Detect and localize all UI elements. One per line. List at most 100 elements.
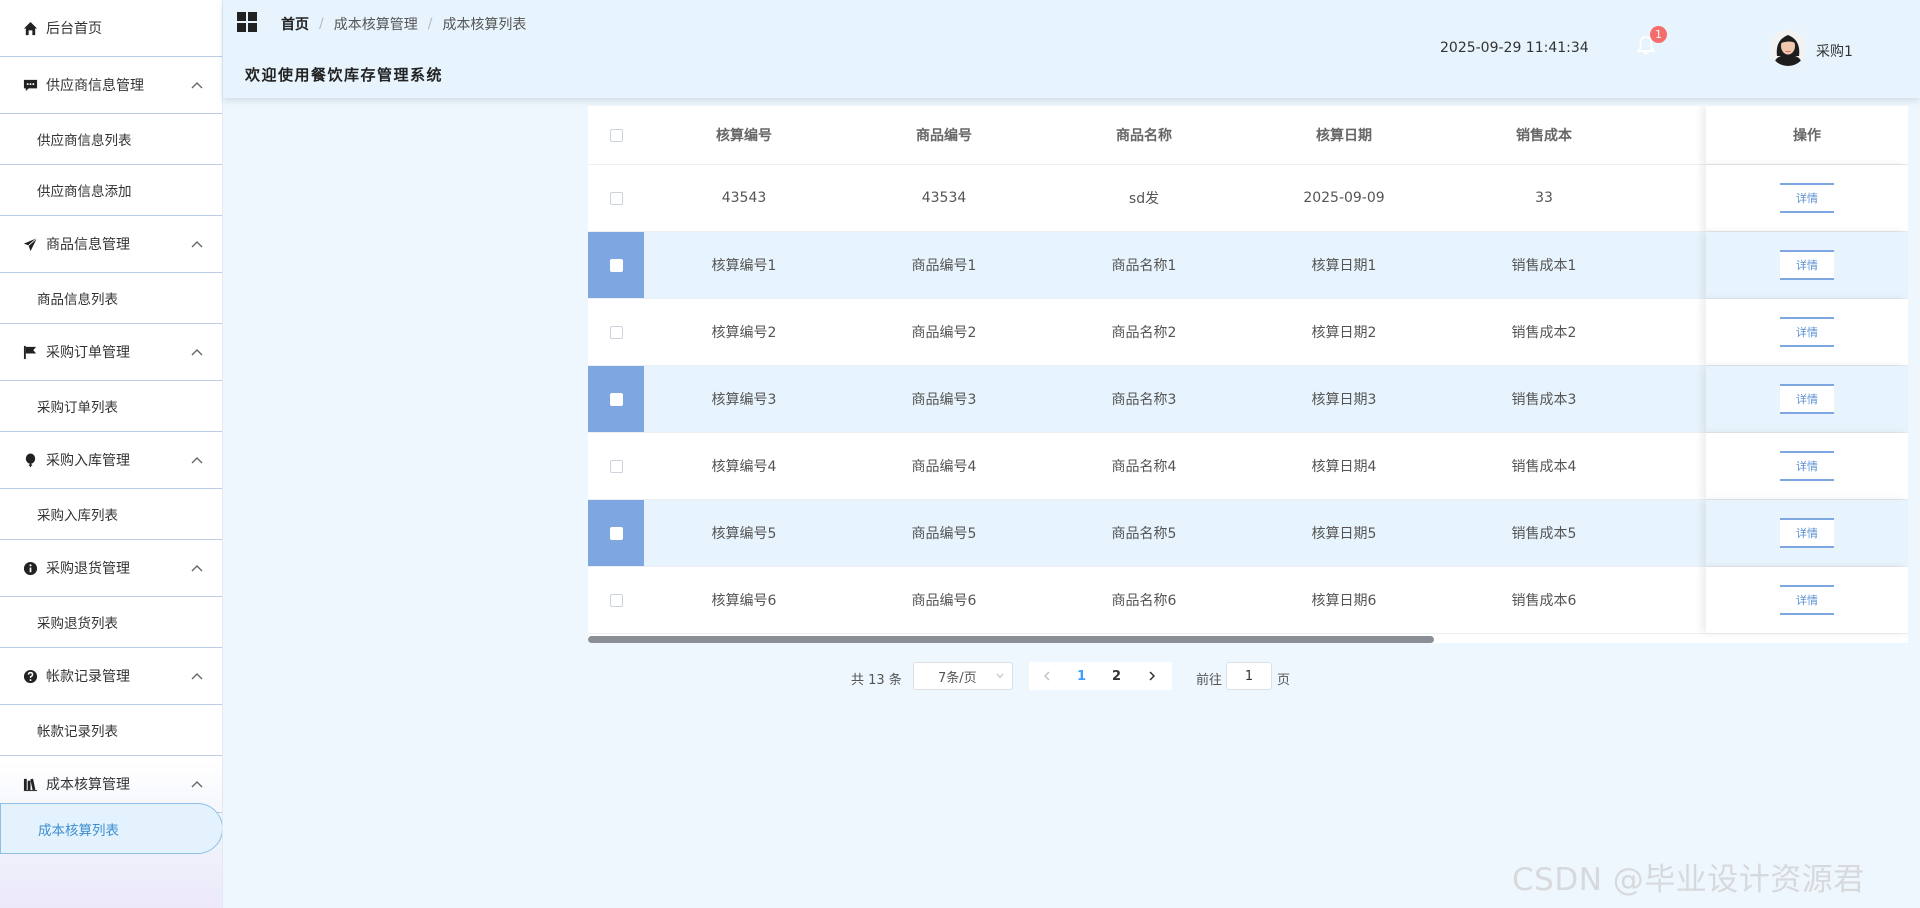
avatar[interactable] <box>1770 30 1806 66</box>
sidebar-group-label: 采购退货管理 <box>46 561 130 577</box>
column-header: 核算日期 <box>1316 128 1372 144</box>
sidebar-group-label: 成本核算管理 <box>46 777 130 793</box>
table-cell: 43543 <box>721 190 767 206</box>
table-cell: 商品名称4 <box>1111 459 1177 475</box>
sidebar-group-label: 供应商信息管理 <box>46 78 144 94</box>
chevron-left-icon <box>1043 671 1050 681</box>
detail-button[interactable]: 详情 <box>1780 317 1834 347</box>
goto-label: 前往 <box>1196 673 1223 688</box>
sidebar-group-label: 商品信息管理 <box>46 237 130 253</box>
detail-button[interactable]: 详情 <box>1780 451 1834 481</box>
detail-button[interactable]: 详情 <box>1780 384 1834 414</box>
table-cell: 商品编号3 <box>911 392 977 408</box>
table-cell: 商品名称6 <box>1111 593 1177 609</box>
select-all-checkbox[interactable] <box>609 128 623 142</box>
sidebar-item-cost-list[interactable]: 成本核算列表 <box>0 803 222 854</box>
watermark: CSDN @毕业设计资源君 <box>1512 862 1865 898</box>
table-row: 核算编号1 商品编号1 商品名称1 核算日期1 销售成本1 详情 <box>588 232 1908 299</box>
select-all-cell <box>588 106 644 164</box>
table-cell: 商品名称2 <box>1111 325 1177 341</box>
sidebar-group-purchase-order[interactable]: 采购订单管理 <box>0 324 222 381</box>
sidebar-item-supplier-list[interactable]: 供应商信息列表 <box>0 114 222 165</box>
table-header-row: 核算编号 商品编号 商品名称 核算日期 销售成本 操作 <box>588 106 1908 165</box>
table-row: 核算编号6 商品编号6 商品名称6 核算日期6 销售成本6 详情 <box>588 567 1908 634</box>
datetime-display: 2025-09-29 11:41:34 <box>1440 40 1589 56</box>
page-button-1[interactable]: 1 <box>1064 662 1099 690</box>
sidebar-group-purchase-in[interactable]: 采购入库管理 <box>0 432 222 489</box>
detail-button[interactable]: 详情 <box>1780 183 1834 213</box>
page-button-2[interactable]: 2 <box>1099 662 1134 690</box>
table-cell: 43534 <box>921 190 967 206</box>
operation-cell: 详情 <box>1706 366 1908 432</box>
cost-table: 核算编号 商品编号 商品名称 核算日期 销售成本 操作 43543 43534 … <box>588 106 1908 643</box>
table-cell: 核算编号5 <box>711 526 777 542</box>
horizontal-scrollbar[interactable] <box>588 636 1434 643</box>
pagination: 共 13 条 7条/页 1 2 前往 页 <box>0 662 1920 690</box>
sidebar-group-goods[interactable]: 商品信息管理 <box>0 216 222 273</box>
breadcrumb: 首页 / 成本核算管理 / 成本核算列表 <box>281 14 526 34</box>
detail-button[interactable]: 详情 <box>1780 250 1834 280</box>
column-header: 操作 <box>1706 106 1908 164</box>
sidebar-group-supplier[interactable]: 供应商信息管理 <box>0 57 222 114</box>
table-row: 核算编号2 商品编号2 商品名称2 核算日期2 销售成本2 详情 <box>588 299 1908 366</box>
page-size-select[interactable]: 7条/页 <box>913 662 1013 690</box>
grid-menu-icon[interactable] <box>237 12 257 32</box>
table-cell: 销售成本3 <box>1511 392 1577 408</box>
username[interactable]: 采购1 <box>1816 41 1853 61</box>
books-icon <box>22 776 38 792</box>
detail-button[interactable]: 详情 <box>1780 518 1834 548</box>
table-cell: 核算编号3 <box>711 392 777 408</box>
chevron-up-icon <box>191 781 203 788</box>
row-checkbox[interactable] <box>609 325 623 339</box>
sidebar-item-label: 采购订单列表 <box>37 400 118 416</box>
welcome-title: 欢迎使用餐饮库存管理系统 <box>245 66 444 84</box>
row-checkbox[interactable] <box>609 526 623 540</box>
chevron-right-icon <box>1148 671 1155 681</box>
row-checkbox[interactable] <box>609 459 623 473</box>
row-checkbox[interactable] <box>609 392 623 406</box>
sidebar-item-home[interactable]: 后台首页 <box>0 0 222 57</box>
sidebar-item-purchase-order-list[interactable]: 采购订单列表 <box>0 381 222 432</box>
sidebar-group-purchase-return[interactable]: 采购退货管理 <box>0 540 222 597</box>
sidebar-item-supplier-add[interactable]: 供应商信息添加 <box>0 165 222 216</box>
sidebar-item-label: 供应商信息添加 <box>37 184 132 200</box>
table-row: 核算编号4 商品编号4 商品名称4 核算日期4 销售成本4 详情 <box>588 433 1908 500</box>
pager: 1 2 <box>1029 662 1172 690</box>
table-cell: sd发 <box>1128 191 1160 207</box>
chevron-down-icon <box>996 673 1004 679</box>
breadcrumb-home[interactable]: 首页 <box>281 14 309 34</box>
chevron-up-icon <box>191 349 203 356</box>
breadcrumb-item: 成本核算管理 <box>333 17 418 33</box>
sidebar-item-label: 成本核算列表 <box>38 822 119 839</box>
chevron-up-icon <box>191 82 203 89</box>
detail-button[interactable]: 详情 <box>1780 585 1834 615</box>
table-cell: 核算编号1 <box>711 258 777 274</box>
page-size-value: 7条/页 <box>938 670 977 686</box>
table-cell: 销售成本4 <box>1511 459 1577 475</box>
row-checkbox-cell <box>588 299 644 365</box>
table-row: 核算编号3 商品编号3 商品名称3 核算日期3 销售成本3 详情 <box>588 366 1908 433</box>
next-page-button[interactable] <box>1134 662 1169 690</box>
row-checkbox[interactable] <box>609 593 623 607</box>
row-checkbox[interactable] <box>609 191 623 205</box>
breadcrumb-separator: / <box>427 16 433 32</box>
sidebar-item-account-list[interactable]: 帐款记录列表 <box>0 705 222 756</box>
sidebar-item-purchase-in-list[interactable]: 采购入库列表 <box>0 489 222 540</box>
column-header: 核算编号 <box>716 128 772 144</box>
table-cell: 商品名称1 <box>1111 258 1177 274</box>
table-cell: 核算编号6 <box>711 593 777 609</box>
sidebar-item-label: 商品信息列表 <box>37 292 118 308</box>
info-icon <box>22 560 38 576</box>
pagination-total: 共 13 条 <box>851 673 902 688</box>
goto-page-input[interactable] <box>1226 662 1272 690</box>
table-cell: 核算日期1 <box>1311 258 1377 274</box>
sidebar-item-purchase-return-list[interactable]: 采购退货列表 <box>0 597 222 648</box>
table-cell: 核算编号4 <box>711 459 777 475</box>
table-cell: 商品编号2 <box>911 325 977 341</box>
prev-page-button[interactable] <box>1029 662 1064 690</box>
row-checkbox[interactable] <box>609 258 623 272</box>
goto-unit: 页 <box>1277 673 1291 688</box>
column-header: 商品名称 <box>1116 128 1172 144</box>
operation-cell: 详情 <box>1706 232 1908 298</box>
sidebar-item-goods-list[interactable]: 商品信息列表 <box>0 273 222 324</box>
